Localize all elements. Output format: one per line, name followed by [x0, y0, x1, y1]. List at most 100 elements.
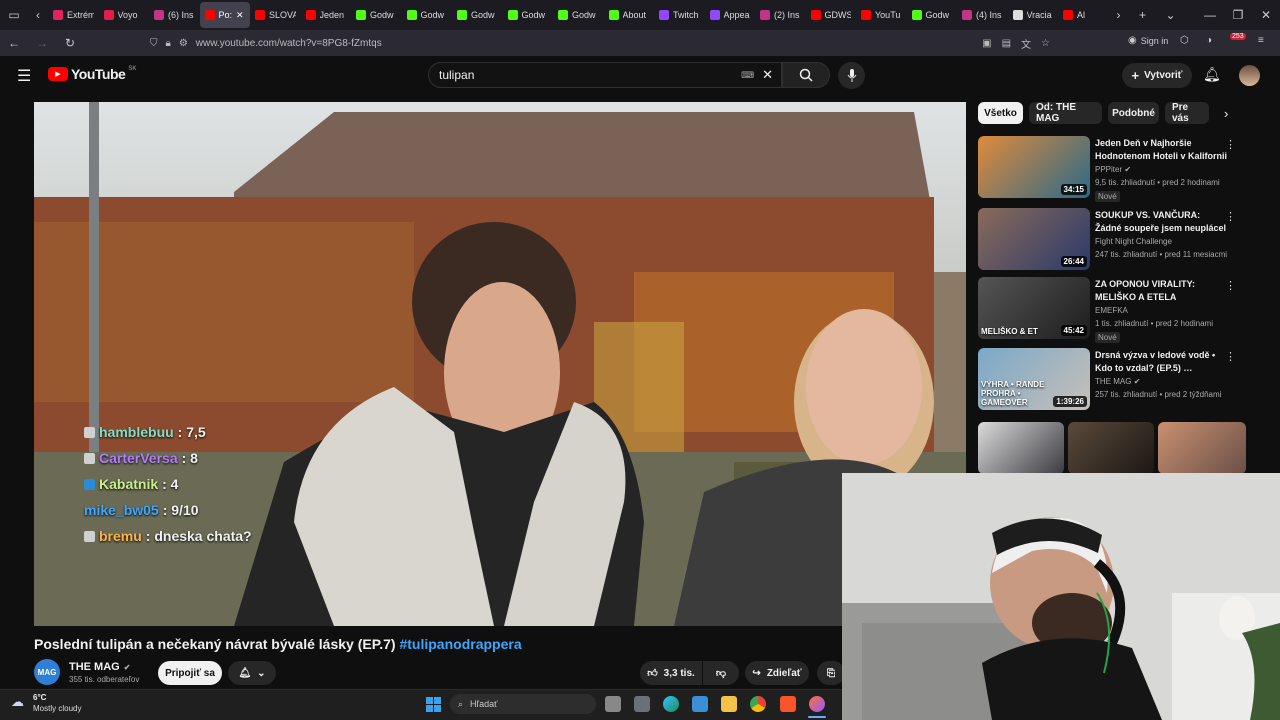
tabs-scroll-right-icon[interactable]: ›	[1109, 2, 1129, 28]
menu-icon[interactable]: ≡	[1258, 35, 1264, 46]
save-button[interactable]: ⎘	[817, 661, 845, 685]
translate-icon[interactable]: 文	[1021, 36, 1031, 51]
more-options-icon[interactable]: ⋮	[1225, 210, 1236, 223]
browser-tab[interactable]: Voyo	[99, 2, 150, 28]
chip-from-channel[interactable]: Od: THE MAG	[1029, 102, 1102, 124]
recommendation-card[interactable]: VÝHRA • RANDE PROHRA • GAMEOVER 1:39:26 Dr…	[978, 348, 1236, 410]
chip-all[interactable]: Všetko	[978, 102, 1023, 124]
browser-tab[interactable]: About	[604, 2, 655, 28]
restore-icon[interactable]: ❐	[1224, 2, 1252, 28]
browser-tab[interactable]: (2) Ins	[755, 2, 806, 28]
more-options-icon[interactable]: ⋮	[1225, 350, 1236, 363]
chip-related[interactable]: Podobné	[1108, 102, 1159, 124]
rec-channel[interactable]: PPPiter ✔	[1095, 165, 1131, 174]
url-bar[interactable]: ⛉ 🔒︎ ⚙ www.youtube.com/watch?v=8PG8-fZmt…	[150, 32, 1050, 54]
url-text[interactable]: www.youtube.com/watch?v=8PG8-fZmtqs	[196, 38, 382, 49]
create-button[interactable]: + Vytvoriť	[1122, 63, 1192, 88]
browser-tab[interactable]: Godw	[553, 2, 604, 28]
task-view-icon[interactable]	[605, 696, 621, 712]
store-icon[interactable]	[634, 696, 650, 712]
picture-icon[interactable]: ▣	[982, 38, 991, 49]
rec-thumbnail-partial[interactable]	[1068, 422, 1154, 474]
browser-tab[interactable]: YouTu	[856, 2, 907, 28]
permissions-icon[interactable]: ⚙	[179, 38, 188, 49]
browser-tab[interactable]: Twitch	[654, 2, 705, 28]
browser-tab[interactable]: Al	[1058, 2, 1109, 28]
more-options-icon[interactable]: ⋮	[1225, 279, 1236, 292]
video-hashtag-link[interactable]: #tulipanodrappera	[399, 636, 521, 652]
share-button[interactable]: ↪ Zdieľať	[745, 661, 809, 685]
browser-tab[interactable]: (4) Ins	[957, 2, 1008, 28]
extension-badge[interactable]: 253	[1230, 33, 1246, 40]
close-window-icon[interactable]: ✕	[1252, 2, 1280, 28]
forward-icon[interactable]: →	[28, 30, 56, 56]
rec-thumbnail-partial[interactable]	[978, 422, 1064, 474]
more-options-icon[interactable]: ⋮	[1225, 138, 1236, 151]
like-button[interactable]: 👍︎ 3,3 tis.	[640, 661, 702, 685]
browser-tab[interactable]: Godw	[907, 2, 958, 28]
user-avatar[interactable]	[1239, 65, 1260, 86]
rec-thumbnail[interactable]: 34:15	[978, 136, 1090, 198]
rec-thumbnail[interactable]: MELIŠKO & ET 45:42	[978, 277, 1090, 339]
edge-icon[interactable]	[663, 696, 679, 712]
minimize-icon[interactable]: —	[1196, 2, 1224, 28]
bookmark-star-icon[interactable]: ☆	[1041, 38, 1050, 49]
rec-thumbnail[interactable]: 26:44	[978, 208, 1090, 270]
browser-tab[interactable]: Appea	[705, 2, 756, 28]
photos-icon[interactable]	[692, 696, 708, 712]
rec-title[interactable]: SOUKUP VS. VANČURA: Žádné soupeře jsem n…	[1095, 209, 1229, 235]
video-player[interactable]	[34, 102, 966, 626]
windows-start-icon[interactable]	[426, 697, 441, 712]
firefox-icon[interactable]	[809, 696, 825, 712]
browser-tab[interactable]: Extrém	[48, 2, 99, 28]
browser-tab[interactable]: SLOVA	[250, 2, 301, 28]
notifications-bell-icon[interactable]: 🔔︎	[1203, 66, 1221, 83]
channel-avatar[interactable]: MAG	[34, 659, 60, 685]
rec-title[interactable]: Drsná výzva v ledové vodě • Kdo to vzdal…	[1095, 349, 1229, 375]
list-tabs-icon[interactable]: ⌄	[1157, 2, 1185, 28]
search-button[interactable]	[782, 62, 830, 88]
rec-channel[interactable]: THE MAG ✔	[1095, 377, 1140, 386]
shield-ext-icon[interactable]: ◑	[1206, 35, 1212, 46]
browser-tab[interactable]: Godw	[503, 2, 554, 28]
voice-search-button[interactable]	[838, 62, 865, 89]
rec-title[interactable]: ZA OPONOU VIRALITY: MELIŠKO A ETELA	[1095, 278, 1229, 304]
file-explorer-icon[interactable]	[721, 696, 737, 712]
recommendation-card[interactable]: 34:15 Jeden Deň v Najhoršie Hodnotenom Ho…	[978, 136, 1236, 202]
keyboard-icon[interactable]: ⌨	[741, 70, 754, 81]
rec-channel[interactable]: EMEFKA	[1095, 306, 1128, 315]
recommendation-card[interactable]: 26:44 SOUKUP VS. VANČURA: Žádné soupeře j…	[978, 208, 1236, 270]
reader-icon[interactable]: ▤	[1002, 38, 1011, 49]
browser-tab[interactable]: Jeden	[301, 2, 352, 28]
hamburger-menu-icon[interactable]: ☰	[17, 66, 31, 86]
notifications-dropdown[interactable]: 🔔︎ ⌄	[228, 661, 276, 685]
rec-thumbnail-partial[interactable]	[1158, 422, 1246, 474]
browser-tab[interactable]: Godw	[452, 2, 503, 28]
tab-overview-icon[interactable]: ▭	[0, 2, 28, 28]
channel-name-link[interactable]: THE MAG ✔	[69, 661, 130, 673]
browser-tab[interactable]: (6) Ins	[149, 2, 200, 28]
taskbar-search[interactable]: ⌕ Hľadať	[450, 694, 596, 714]
clear-search-icon[interactable]: ✕	[762, 67, 773, 83]
browser-tab[interactable]: GDWS	[806, 2, 857, 28]
chips-next-icon[interactable]: ›	[1224, 106, 1228, 121]
weather-condition[interactable]: Mostly cloudy	[33, 704, 81, 713]
browser-tab[interactable]: Godw	[402, 2, 453, 28]
recommendation-card[interactable]: MELIŠKO & ET 45:42 ZA OPONOU VIRALITY: MEL…	[978, 277, 1236, 343]
chrome-icon[interactable]	[750, 696, 766, 712]
tabs-scroll-left-icon[interactable]: ‹	[28, 2, 48, 28]
join-button[interactable]: Pripojiť sa	[158, 661, 222, 685]
search-query[interactable]: tulipan	[439, 68, 474, 82]
sign-in-button[interactable]: ◉ Sign in	[1128, 35, 1168, 46]
search-input[interactable]: tulipan ⌨ ✕	[428, 62, 782, 88]
weather-cloud-icon[interactable]: ☁	[11, 694, 24, 710]
rec-thumbnail[interactable]: VÝHRA • RANDE PROHRA • GAMEOVER 1:39:26	[978, 348, 1090, 410]
extensions-icon[interactable]: ⬡	[1180, 35, 1189, 46]
chip-for-you[interactable]: Pre vás	[1165, 102, 1209, 124]
reload-icon[interactable]: ↻	[56, 30, 84, 56]
rec-channel[interactable]: Fight Night Challenge	[1095, 237, 1172, 246]
weather-temp[interactable]: 6°C	[33, 693, 46, 702]
brave-icon[interactable]	[780, 696, 796, 712]
back-icon[interactable]: ←	[0, 30, 28, 56]
close-tab-icon[interactable]: ✕	[236, 10, 244, 21]
